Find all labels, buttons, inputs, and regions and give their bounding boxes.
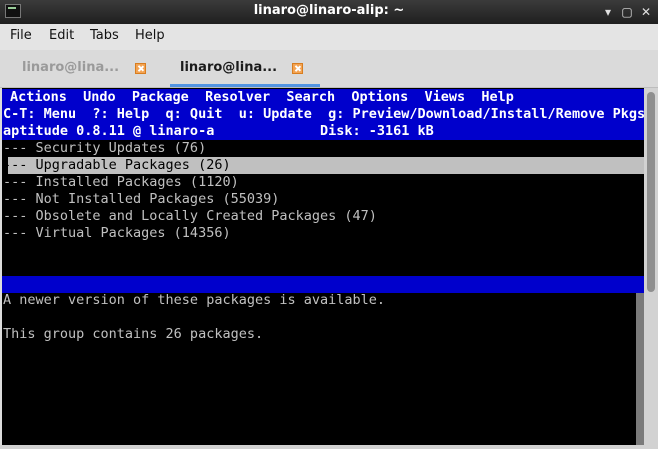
terminal-screen[interactable]: Actions Undo Package Resolver Search Opt… xyxy=(2,88,644,445)
window-bottom-edge xyxy=(0,445,644,449)
aptitude-menu-line[interactable]: Actions Undo Package Resolver Search Opt… xyxy=(10,89,514,106)
group-obsolete-packages[interactable]: --- Obsolete and Locally Created Package… xyxy=(3,208,377,225)
group-count-text: This group contains 26 packages. xyxy=(3,326,264,342)
description-text: A newer version of these packages is ava… xyxy=(3,292,386,308)
description-scrollbar[interactable] xyxy=(636,293,644,445)
tab-close-icon[interactable] xyxy=(135,63,146,74)
maximize-icon[interactable]: ▢ xyxy=(619,4,635,20)
menu-tabs[interactable]: Tabs xyxy=(90,28,119,43)
description-divider xyxy=(2,276,644,293)
group-not-installed-packages[interactable]: --- Not Installed Packages (55039) xyxy=(3,191,279,208)
menu-edit[interactable]: Edit xyxy=(49,28,74,43)
tab-label: linaro@lina... xyxy=(22,60,120,75)
title-bar[interactable]: linaro@linaro-alip: ~ ▾ ▢ ✕ xyxy=(0,0,658,24)
menu-file[interactable]: File xyxy=(10,28,32,43)
shortcut-line: C-T: Menu ?: Help q: Quit u: Update g: P… xyxy=(3,106,644,122)
tab-close-icon[interactable] xyxy=(292,63,303,74)
menu-help[interactable]: Help xyxy=(135,28,165,43)
window-title: linaro@linaro-alip: ~ xyxy=(253,3,405,18)
group-virtual-packages[interactable]: --- Virtual Packages (14356) xyxy=(3,225,231,242)
tab-terminal-2[interactable]: linaro@lina... xyxy=(170,50,320,87)
group-security-updates[interactable]: --- Security Updates (76) xyxy=(3,140,206,157)
group-upgradable-packages[interactable]: --- Upgradable Packages (26) xyxy=(3,157,231,174)
tab-bar: linaro@lina... linaro@lina... xyxy=(0,50,658,88)
close-icon[interactable]: ✕ xyxy=(638,4,654,20)
vertical-scrollbar[interactable] xyxy=(644,88,658,449)
tab-terminal-1[interactable]: linaro@lina... xyxy=(22,50,152,87)
scrollbar-thumb[interactable] xyxy=(647,92,655,292)
terminal-window: linaro@linaro-alip: ~ ▾ ▢ ✕ File Edit Ta… xyxy=(0,0,658,449)
menu-bar: File Edit Tabs Help xyxy=(0,24,658,50)
tab-label: linaro@lina... xyxy=(180,60,278,75)
minimize-icon[interactable]: ▾ xyxy=(600,4,616,20)
active-tab-indicator xyxy=(170,84,320,87)
status-line: aptitude 0.8.11 @ linaro-a Disk: -3161 k… xyxy=(3,123,434,139)
group-installed-packages[interactable]: --- Installed Packages (1120) xyxy=(3,174,239,191)
